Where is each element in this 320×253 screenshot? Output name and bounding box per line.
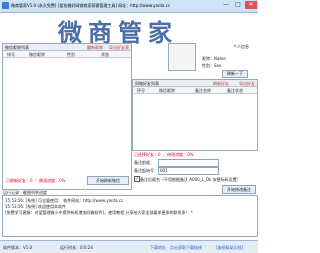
col-sex[interactable]: 性别 <box>67 52 75 58</box>
minimize-button[interactable]: — <box>220 1 232 9</box>
run-time-text: 运行时长：0:0:24 <box>60 245 93 250</box>
col-remark-state[interactable]: 备注状态 <box>227 88 243 94</box>
right-panel-header: 同微好友列表 刷新好友 导出好友 <box>133 80 257 87</box>
col-nickname[interactable]: 微信昵称 <box>29 52 45 58</box>
refresh-profile-button[interactable]: 刷新一下 <box>222 70 248 78</box>
profile-sex: 性别：Sex <box>202 63 222 68</box>
start-refresh-button[interactable]: 开始刷新微信 <box>87 176 129 185</box>
start-modify-remark-button[interactable]: 开始修改备注 <box>222 185 256 194</box>
profile-name: 昵称：Name <box>202 56 226 61</box>
col-state[interactable]: 状态 <box>101 52 109 58</box>
close-button[interactable]: ✕ <box>245 1 257 9</box>
log-panel: 15:53:56: [系统] 可全量使用： 软件网站：http://www.ya… <box>2 195 258 237</box>
title-bar: 微商管家V1.0 (永久免费) [爱妆微好网销商家获客管理工具] 网址：http… <box>0 0 258 13</box>
left-grid-header: 排号 微信昵称 性别 状态 <box>3 51 131 58</box>
status-bar: 软件版本：V1.0 运行时长：0:0:24 下载地址 点击获取下载链接 [查阅帮… <box>0 240 258 253</box>
help-doc-link[interactable]: [查阅帮助文档] <box>216 245 243 251</box>
col-remark[interactable]: 备注名称 <box>195 88 211 94</box>
remark-begin-label: 备注起始号： <box>134 168 158 173</box>
remark-prefix-input[interactable] <box>158 159 219 167</box>
banner: 微商管家 <box>0 13 258 47</box>
window-title: 微商管家V1.0 (永久免费) [爱妆微好网销商家获客管理工具] 网址：http… <box>11 3 171 8</box>
right-grid-header: 序号 微信昵称 备注名称 备注状态 <box>133 87 257 94</box>
download-link[interactable]: 下载地址 <box>150 245 166 251</box>
col-index[interactable]: 排号 <box>7 52 15 58</box>
app-icon <box>2 2 9 9</box>
col-nickname[interactable]: 微信昵称 <box>159 88 175 94</box>
left-panel-header: 微信昵称列表 翻新昵称 导出好友表 <box>3 44 131 51</box>
log-line: [免费学习客服：对爱管理微小中提供有机增加同微软件]，使用教程:分享给大家全部要… <box>5 210 193 215</box>
left-contacts-panel: 微信昵称列表 翻新昵称 导出好友表 排号 微信昵称 性别 状态 已刷新好友：0 … <box>2 43 132 190</box>
version-text: 软件版本：V1.0 <box>3 245 33 250</box>
left-status-text: 已刷新好友：0 ｜ 刷选进度：0% <box>6 178 66 183</box>
right-friends-panel: 同微好友列表 刷新好友 导出好友 序号 微信昵称 备注名称 备注状态 <box>132 79 258 151</box>
remark-prefix-label: 备注前缀： <box>134 160 154 165</box>
maximize-button[interactable]: □ <box>232 1 244 9</box>
avatar-placeholder <box>168 43 196 71</box>
col-index[interactable]: 序号 <box>137 88 145 94</box>
remark-suffix-label: 备注后缀名（不用根据备注 A000_L_Ok 安替标码设置） <box>140 177 241 182</box>
login-hint: 个人信息 <box>233 44 249 49</box>
right-status-text: 已选择好友：0 ｜ 修改进度：0% <box>134 152 194 157</box>
remark-begin-input[interactable]: 001 <box>158 167 219 175</box>
get-download-link[interactable]: 点击获取下载链接 <box>170 245 202 251</box>
